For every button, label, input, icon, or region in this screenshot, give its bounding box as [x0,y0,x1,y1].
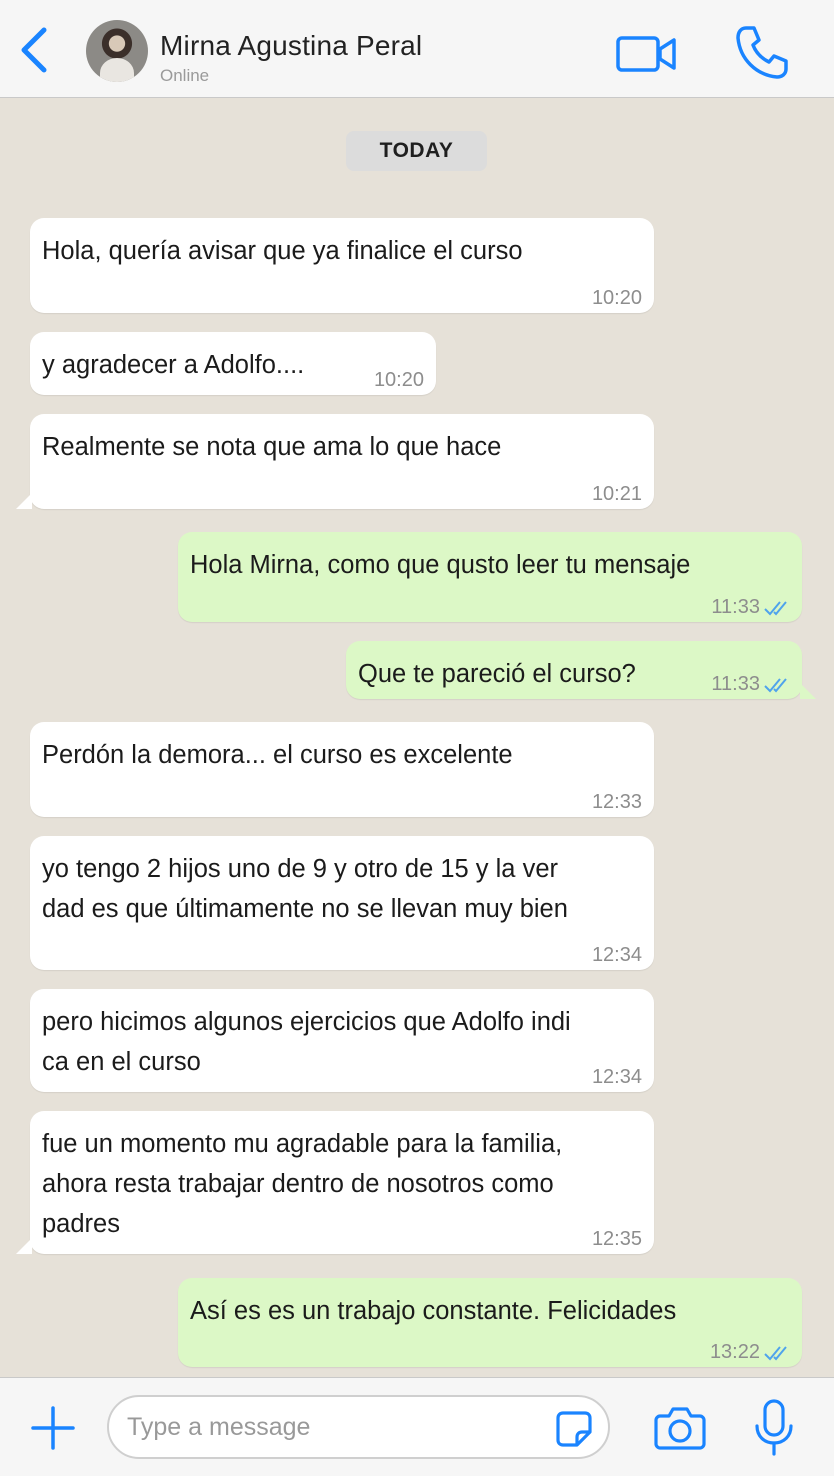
message-bubble-incoming[interactable]: pero hicimos algunos ejercicios que Adol… [30,989,654,1092]
plus-icon [31,1406,75,1450]
message-time: 13:22 [709,1341,760,1363]
message-text: yo tengo 2 hijos uno de 9 y otro de 15 y… [42,855,568,923]
attach-button[interactable] [30,1405,76,1451]
message-bubble-outgoing[interactable]: Así es es un trabajo constante. Felicida… [178,1278,802,1367]
video-camera-icon [616,36,676,72]
message-bubble-incoming[interactable]: y agradecer a Adolfo.... 10:20 [30,332,436,395]
message-time: 10:21 [591,483,642,505]
message-text: Hola, quería avisar que ya finalice el c… [42,237,523,265]
video-call-button[interactable] [616,34,678,74]
contact-avatar[interactable] [86,20,148,82]
message-bubble-outgoing[interactable]: Que te pareció el curso? 11:33 [346,641,816,699]
contact-status: Online [160,66,210,85]
read-receipt-icon [764,1346,787,1361]
contact-name[interactable]: Mirna Agustina Peral [160,30,422,62]
message-text: Perdón la demora... el curso es excelent… [42,741,513,769]
message-bubble-outgoing[interactable]: Hola Mirna, como que qusto leer tu mensa… [178,532,802,622]
message-list[interactable]: TODAY Hola, quería avisar que ya finalic… [0,99,834,1377]
bubble-tail [16,493,32,509]
message-time: 11:33 [711,596,760,618]
bubble-tail [800,683,816,699]
message-bubble-incoming[interactable]: Hola, quería avisar que ya finalice el c… [30,218,654,313]
message-bubble-incoming[interactable]: Perdón la demora... el curso es excelent… [30,722,654,817]
voice-call-button[interactable] [732,22,792,82]
message-time: 10:20 [591,287,642,309]
message-bubble-incoming[interactable]: yo tengo 2 hijos uno de 9 y otro de 15 y… [30,836,654,970]
date-separator: TODAY [346,131,487,171]
message-time: 12:34 [591,1066,642,1088]
chevron-left-icon [21,27,47,73]
microphone-icon [755,1399,793,1456]
read-receipt-icon [764,601,787,616]
message-text: Realmente se nota que ama lo que hace [42,433,502,461]
camera-icon [654,1407,706,1450]
phone-icon [736,26,788,79]
message-bubble-incoming[interactable]: Realmente se nota que ama lo que hace 10… [16,414,654,509]
message-time: 12:35 [591,1228,642,1250]
camera-button[interactable] [654,1404,706,1452]
message-text: pero hicimos algunos ejercicios que Adol… [42,1008,571,1076]
message-time: 12:33 [591,791,642,813]
message-bubble-incoming[interactable]: fue un momento mu agradable para la fami… [16,1111,654,1254]
message-text: y agradecer a Adolfo.... [42,351,305,379]
chat-header: Mirna Agustina Peral Online [0,0,834,98]
back-button[interactable] [12,22,56,78]
sticker-icon [556,1411,592,1447]
message-time: 11:33 [711,673,760,695]
composer-bar [0,1377,834,1476]
message-time: 12:34 [591,944,642,966]
microphone-button[interactable] [752,1398,796,1458]
message-input-container[interactable] [107,1395,610,1459]
read-receipt-icon [764,678,787,693]
bubble-tail [16,1238,32,1254]
message-time: 10:20 [373,369,424,391]
message-input[interactable] [127,1407,547,1447]
sticker-button[interactable] [555,1410,593,1448]
message-text: fue un momento mu agradable para la fami… [42,1130,563,1238]
message-text: Hola Mirna, como que qusto leer tu mensa… [190,551,691,579]
message-text: Así es es un trabajo constante. Felicida… [190,1297,677,1325]
